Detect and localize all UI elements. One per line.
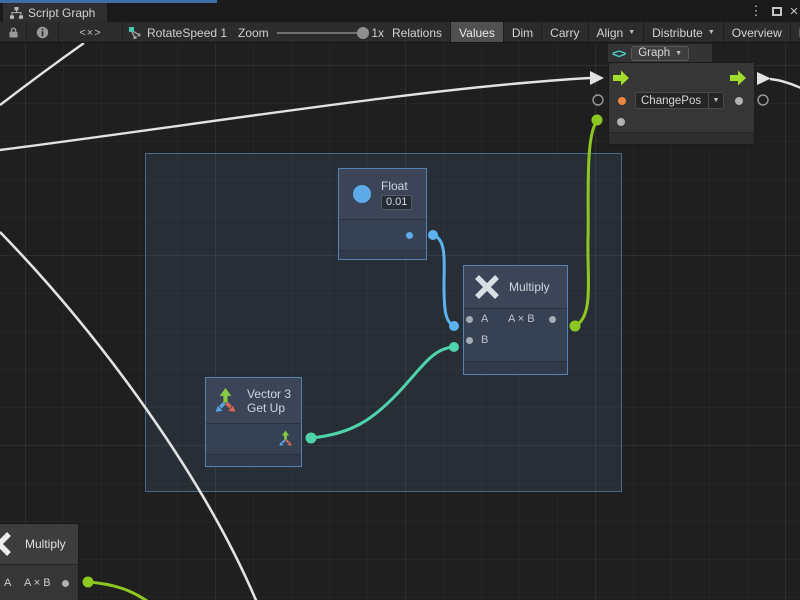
wire-arrowhead-in — [590, 71, 604, 85]
multiply-icon — [0, 531, 12, 557]
zoom-control: Zoom 1x — [238, 22, 384, 43]
dim-button[interactable]: Dim — [504, 22, 542, 43]
graph-reference-label: RotateSpeed 1 — [147, 26, 227, 40]
align-dropdown-button[interactable]: Align▼ — [589, 22, 645, 43]
distribute-dropdown-button[interactable]: Distribute▼ — [644, 22, 724, 43]
unconnected-port-left[interactable] — [593, 95, 603, 105]
tab-bar: Script Graph ⋮ × — [0, 0, 800, 22]
carry-button[interactable]: Carry — [542, 22, 588, 43]
chevron-down-icon: ▼ — [628, 29, 635, 36]
value-port-orange[interactable] — [618, 97, 626, 105]
node-title: Multiply — [25, 537, 66, 551]
chevron-down-icon: ▼ — [675, 50, 682, 57]
graph-breadcrumb[interactable]: RotateSpeed 1 — [128, 22, 238, 43]
window-menu-icon[interactable]: ⋮ — [748, 0, 764, 22]
tab-script-graph[interactable]: Script Graph — [3, 3, 107, 22]
wire-white-topleft[interactable] — [0, 43, 84, 105]
maximize-icon[interactable] — [768, 0, 786, 22]
zoom-value: 1x — [371, 26, 384, 40]
zoom-label: Zoom — [238, 26, 269, 40]
zoom-slider-handle[interactable] — [357, 27, 369, 39]
node-footer — [609, 132, 754, 144]
full-screen-button[interactable]: Full Screen — [791, 22, 800, 43]
focused-tab-accent-line — [0, 0, 217, 3]
wire-endpoint — [83, 577, 94, 588]
close-icon[interactable]: × — [786, 0, 800, 22]
lock-icon — [7, 26, 20, 39]
wire-endpoint — [592, 115, 603, 126]
wire-multiply2-output[interactable] — [88, 582, 147, 600]
overview-button[interactable]: Overview — [724, 22, 791, 43]
wire-white-into-event[interactable] — [0, 78, 590, 150]
event-node[interactable]: ChangePos ▼ — [608, 62, 755, 145]
maximize-glyph — [772, 7, 782, 16]
output-label: A × B — [24, 577, 51, 589]
wire-white-out-of-event[interactable] — [770, 79, 800, 88]
graph-canvas[interactable]: <> Graph ▼ ChangePos ▼ — [0, 43, 800, 600]
graph-hierarchy-icon — [10, 7, 23, 19]
lock-button[interactable] — [0, 22, 26, 43]
wire-arrowhead-out — [757, 72, 771, 85]
toolbar-buttons: Relations Values Dim Carry Align▼ Distri… — [384, 22, 800, 43]
tab-title: Script Graph — [28, 6, 95, 20]
zoom-slider-track[interactable] — [277, 32, 368, 34]
relations-button[interactable]: Relations — [384, 22, 451, 43]
selection-marquee — [145, 153, 622, 492]
output-port[interactable] — [735, 97, 743, 105]
chevron-down-icon: ▼ — [708, 29, 715, 36]
visual-script-icon: <> — [612, 46, 625, 61]
graph-toolbar: <×> RotateSpeed 1 Zoom 1x Relations Valu… — [0, 22, 800, 43]
multiply-node-partial[interactable]: Multiply A A × B — [0, 523, 79, 600]
toolbar-divider — [122, 22, 123, 43]
graph-header-strip: <> Graph ▼ — [608, 44, 712, 62]
chevron-down-icon: ▼ — [708, 93, 723, 108]
port-label-a: A — [4, 577, 11, 589]
unconnected-port-right[interactable] — [758, 95, 768, 105]
values-button[interactable]: Values — [451, 22, 504, 43]
code-icon: <×> — [79, 27, 101, 39]
code-preview-button[interactable]: <×> — [59, 22, 122, 43]
info-button[interactable] — [27, 22, 58, 43]
info-icon — [36, 26, 49, 39]
script-graph-window: Script Graph ⋮ × <×> — [0, 0, 800, 600]
changepos-event-dropdown[interactable]: ChangePos ▼ — [635, 92, 724, 109]
value-port[interactable] — [617, 118, 625, 126]
script-graph-asset-icon — [128, 26, 141, 39]
graph-dropdown-button[interactable]: Graph ▼ — [631, 46, 689, 61]
output-port[interactable] — [62, 580, 69, 587]
